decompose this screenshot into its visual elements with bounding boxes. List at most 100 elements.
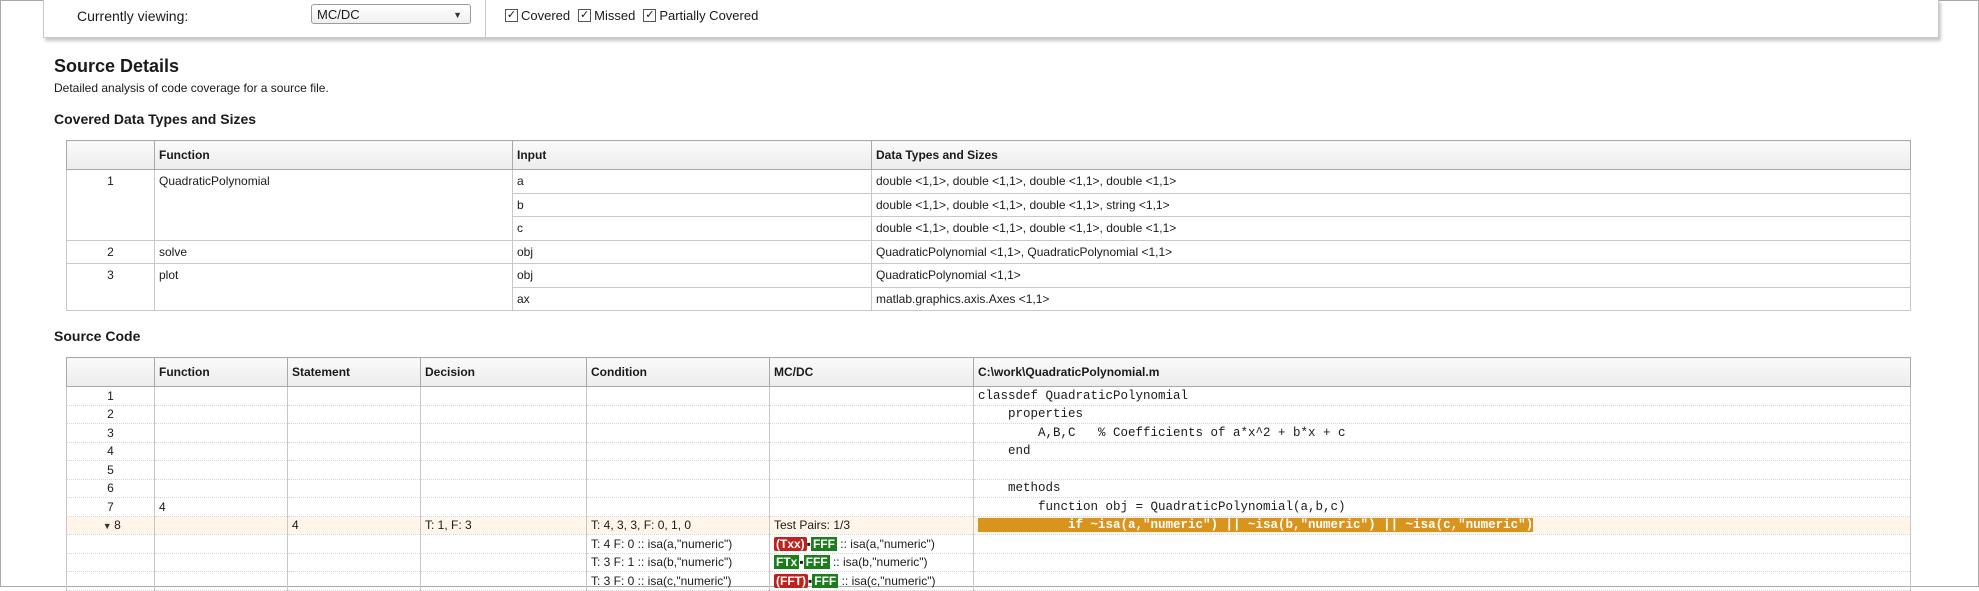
condition-count [586, 441, 770, 461]
file-path-header[interactable]: C:\work\QuadraticPolynomial.m [973, 357, 1911, 387]
missed-pair-badge: (FFT) [774, 573, 808, 588]
condition-detail-row: T: 3 F: 0 :: isa(c,"numeric") (FFT) ▪ FFF :… [66, 571, 1911, 591]
data-types-table: Function Input Data Types and Sizes 1 Qu… [66, 140, 1911, 311]
partially-covered-checkbox[interactable]: ✓ Partially Covered [643, 8, 758, 23]
condition-count [586, 404, 770, 424]
line-number: 1 [66, 386, 155, 406]
input-cell: ax [512, 286, 872, 311]
code-row: 2 properties [66, 404, 1911, 424]
column-header[interactable]: Condition [586, 357, 770, 387]
covered-pair-badge: FTx [774, 555, 800, 570]
column-header [66, 140, 155, 170]
mcdc-cell [769, 478, 974, 498]
column-header[interactable]: Statement [287, 357, 421, 387]
line-number-cell: ▼ 8 [66, 515, 155, 535]
input-cell: obj [512, 239, 872, 264]
condition-count [586, 386, 770, 406]
function-cell: plot [154, 263, 513, 311]
statement-count [287, 423, 421, 443]
page-title: Source Details [54, 56, 180, 76]
source-code-table: Function Statement Decision Condition MC… [66, 357, 1911, 591]
covered-pair-badge: FFF [803, 555, 830, 570]
line-number: 4 [66, 441, 155, 461]
decision-count [420, 460, 587, 480]
types-cell: QuadraticPolynomial <1,1> [871, 263, 1911, 288]
table-header-row: Function Input Data Types and Sizes [66, 140, 1911, 170]
input-cell: obj [512, 263, 872, 288]
expand-toggle-icon[interactable]: ▼ [100, 521, 114, 531]
code-line: if ~isa(a,"numeric") || ~isa(b,"numeric"… [973, 515, 1911, 535]
source-section-heading: Source Code [54, 328, 141, 344]
function-count [154, 515, 288, 535]
condition-detail: T: 3 F: 0 :: isa(c,"numeric") [586, 571, 770, 591]
statement-count [287, 386, 421, 406]
function-cell: solve [154, 239, 513, 264]
decision-count [420, 404, 587, 424]
condition-count [586, 460, 770, 480]
column-header[interactable]: Input [512, 140, 872, 170]
statement-count [287, 460, 421, 480]
row-number: 1 [66, 169, 155, 241]
chevron-down-icon: ▼ [453, 10, 462, 20]
mcdc-detail: FTx ▪ FFF :: isa(b,"numeric") [769, 552, 974, 572]
statement-count [287, 441, 421, 461]
input-cell: c [512, 216, 872, 241]
condition-detail-row: T: 4 F: 0 :: isa(a,"numeric") (Txx) ▪ FFF :… [66, 534, 1911, 554]
missed-label: Missed [594, 8, 636, 23]
condition-count [586, 478, 770, 498]
mcdc-test-pairs: Test Pairs: 1/3 [769, 515, 974, 535]
decision-count [420, 497, 587, 517]
line-number: 7 [66, 497, 155, 517]
covered-pair-badge: FFF [812, 573, 839, 588]
currently-viewing-label: Currently viewing: [77, 8, 189, 24]
types-section-heading: Covered Data Types and Sizes [54, 111, 257, 127]
covered-checkbox[interactable]: ✓ Covered [505, 8, 570, 23]
types-cell: double <1,1>, double <1,1>, double <1,1>… [871, 192, 1911, 217]
condition-count: T: 4, 3, 3, F: 0, 1, 0 [586, 515, 770, 535]
mcdc-detail: (FFT) ▪ FFF :: isa(c,"numeric") [769, 571, 974, 591]
code-row: 4 end [66, 441, 1911, 461]
line-number: 3 [66, 423, 155, 443]
table-row: 1 QuadraticPolynomial a double <1,1>, do… [66, 169, 1911, 241]
code-line [973, 460, 1911, 480]
panel-divider [485, 0, 486, 37]
mcdc-detail: (Txx) ▪ FFF :: isa(a,"numeric") [769, 534, 974, 554]
code-row: 3 A,B,C % Coefficients of a*x^2 + b*x + … [66, 423, 1911, 443]
code-line: classdef QuadraticPolynomial [973, 386, 1911, 406]
decision-count [420, 386, 587, 406]
metric-select[interactable]: MC/DC ▼ [311, 4, 471, 24]
types-cell: matlab.graphics.axis.Axes <1,1> [871, 286, 1911, 311]
code-line: A,B,C % Coefficients of a*x^2 + b*x + c [973, 423, 1911, 443]
missed-checkbox[interactable]: ✓ Missed [578, 8, 635, 23]
code-line: methods [973, 478, 1911, 498]
decision-count [420, 478, 587, 498]
checkmark-icon: ✓ [578, 9, 592, 22]
column-header[interactable]: Function [154, 357, 288, 387]
input-cell: b [512, 192, 872, 217]
row-number: 3 [66, 263, 155, 311]
statement-count [287, 478, 421, 498]
code-line: properties [973, 404, 1911, 424]
code-row: 74 function obj = QuadraticPolynomial(a,… [66, 497, 1911, 517]
checkmark-icon: ✓ [643, 9, 657, 22]
mcdc-condition: :: isa(b,"numeric") [829, 555, 928, 570]
column-header[interactable]: Function [154, 140, 513, 170]
column-header[interactable]: Data Types and Sizes [871, 140, 1911, 170]
mcdc-cell [769, 497, 974, 517]
function-count [154, 423, 288, 443]
table-header-row: Function Statement Decision Condition MC… [66, 357, 1911, 387]
metric-select-value: MC/DC [317, 7, 360, 22]
checkmark-icon: ✓ [505, 9, 518, 22]
table-row: 2 solve obj QuadraticPolynomial <1,1>, Q… [66, 239, 1911, 264]
column-header[interactable]: Decision [420, 357, 587, 387]
code-line: end [973, 441, 1911, 461]
decision-count [420, 441, 587, 461]
condition-detail: T: 3 F: 1 :: isa(b,"numeric") [586, 552, 770, 572]
code-row: 1 classdef QuadraticPolynomial [66, 386, 1911, 406]
decision-count: T: 1, F: 3 [420, 515, 587, 535]
highlighted-code[interactable]: if ~isa(a,"numeric") || ~isa(b,"numeric"… [978, 518, 1534, 533]
column-header[interactable]: MC/DC [769, 357, 974, 387]
function-count [154, 441, 288, 461]
statement-count [287, 497, 421, 517]
line-number: 5 [66, 460, 155, 480]
